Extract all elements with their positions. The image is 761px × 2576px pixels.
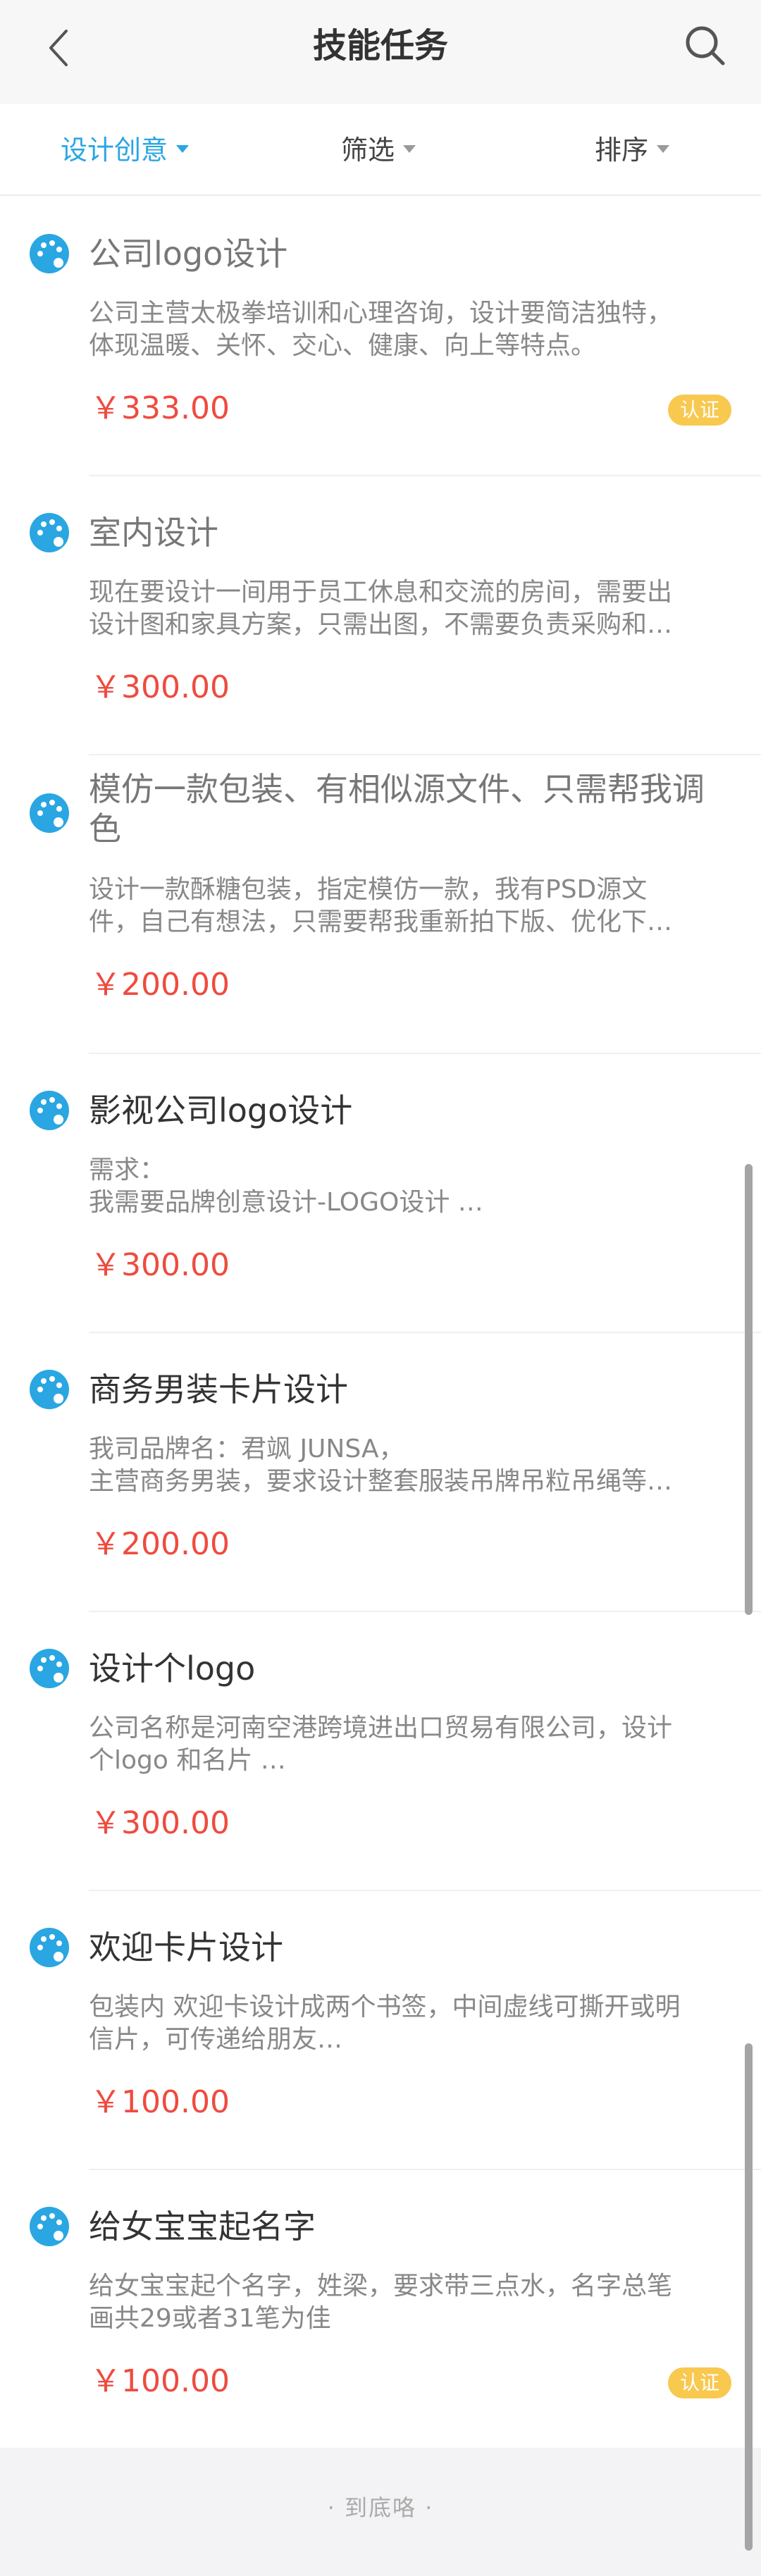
task-item[interactable]: 设计个logo 公司名称是河南空港跨境进出口贸易有限公司，设计 个logo 和名… xyxy=(0,1612,761,1891)
filter-dropdown-label: 筛选 xyxy=(341,135,395,166)
scrollbar-thumb[interactable] xyxy=(745,1164,753,1615)
task-price: ￥300.00 xyxy=(90,1805,230,1841)
category-filter-label: 设计创意 xyxy=(61,135,168,166)
task-title: 室内设计 xyxy=(89,514,218,552)
palette-icon xyxy=(30,1928,69,1967)
task-description: 设计一款酥糖包装，指定模仿一款，我有PSD源文 件，自己有想法，只需要帮我重新拍… xyxy=(89,875,673,936)
dropdown-arrow-icon xyxy=(403,145,416,153)
task-price: ￥100.00 xyxy=(90,2363,230,2399)
task-title: 欢迎卡片设计 xyxy=(89,1928,283,1967)
sort-dropdown-label: 排序 xyxy=(595,135,649,166)
verified-badge: 认证 xyxy=(668,2367,731,2398)
task-title: 给女宝宝起名字 xyxy=(89,2207,316,2246)
search-icon xyxy=(686,26,725,66)
app-header: 技能任务 xyxy=(0,0,761,104)
sort-dropdown[interactable]: 排序 xyxy=(595,104,670,196)
task-description: 我司品牌名：君飒 JUNSA， 主营商务男装，要求设计整套服装吊牌吊粒吊绳等… xyxy=(89,1435,673,1496)
task-title: 设计个logo xyxy=(89,1649,256,1688)
task-description: 给女宝宝起个名字，姓梁，要求带三点水，名字总笔 画共29或者31笔为佳 xyxy=(89,2272,673,2333)
page-title: 技能任务 xyxy=(312,26,448,66)
palette-icon xyxy=(30,1649,69,1688)
task-description: 现在要设计一间用于员工休息和交流的房间，需要出 设计图和家具方案，只需出图，不需… xyxy=(89,578,673,639)
task-title: 模仿一款包装、有相似源文件、只需帮我调 色 xyxy=(89,770,705,848)
task-item[interactable]: 欢迎卡片设计 包装内 欢迎卡设计成两个书签，中间虚线可撕开或明 信片，可传递给朋… xyxy=(0,1891,761,2170)
task-price: ￥200.00 xyxy=(90,967,230,1003)
task-title: 商务男装卡片设计 xyxy=(89,1370,348,1408)
task-price: ￥200.00 xyxy=(90,1526,230,1562)
search-button[interactable] xyxy=(683,24,729,69)
palette-icon xyxy=(30,1091,69,1130)
task-price: ￥300.00 xyxy=(90,1247,230,1283)
filter-dropdown[interactable]: 筛选 xyxy=(341,104,416,196)
task-title: 影视公司logo设计 xyxy=(89,1091,353,1129)
filter-bar: 设计创意 筛选 排序 xyxy=(0,104,761,196)
palette-icon xyxy=(30,2207,69,2246)
palette-icon xyxy=(30,1370,69,1409)
task-price: ￥300.00 xyxy=(90,669,230,705)
task-item[interactable]: 商务男装卡片设计 我司品牌名：君飒 JUNSA， 主营商务男装，要求设计整套服装… xyxy=(0,1333,761,1612)
task-description: 需求： 我需要品牌创意设计-LOGO设计 … xyxy=(89,1156,483,1217)
dropdown-arrow-icon xyxy=(657,145,670,153)
dropdown-arrow-icon xyxy=(176,145,190,153)
scrollbar-thumb[interactable] xyxy=(745,2043,753,2551)
task-item[interactable]: 影视公司logo设计 需求： 我需要品牌创意设计-LOGO设计 … ￥300.0… xyxy=(0,1054,761,1333)
task-item[interactable]: 公司logo设计 公司主营太极拳培训和心理咨询，设计要简洁独特， 体现温暖、关怀… xyxy=(0,197,761,476)
task-description: 公司主营太极拳培训和心理咨询，设计要简洁独特， 体现温暖、关怀、交心、健康、向上… xyxy=(89,299,673,360)
palette-icon xyxy=(30,793,69,833)
task-price: ￥100.00 xyxy=(90,2084,230,2120)
palette-icon xyxy=(30,234,69,273)
category-filter[interactable]: 设计创意 xyxy=(61,104,190,196)
palette-icon xyxy=(30,513,69,552)
task-description: 公司名称是河南空港跨境进出口贸易有限公司，设计 个logo 和名片 … xyxy=(89,1714,673,1775)
task-item[interactable]: 室内设计 现在要设计一间用于员工休息和交流的房间，需要出 设计图和家具方案，只需… xyxy=(0,476,761,755)
task-description: 包装内 欢迎卡设计成两个书签，中间虚线可撕开或明 信片，可传递给朋友… xyxy=(89,1993,681,2054)
task-title: 公司logo设计 xyxy=(89,235,288,273)
end-of-list-text: · 到底咯 · xyxy=(327,2494,434,2521)
verified-badge: 认证 xyxy=(668,395,731,426)
task-price: ￥333.00 xyxy=(90,390,230,426)
list-footer: · 到底咯 · xyxy=(0,2448,761,2576)
task-item[interactable]: 模仿一款包装、有相似源文件、只需帮我调 色 设计一款酥糖包装，指定模仿一款，我有… xyxy=(0,755,761,1054)
task-item[interactable]: 给女宝宝起名字 给女宝宝起个名字，姓梁，要求带三点水，名字总笔 画共29或者31… xyxy=(0,2170,761,2448)
